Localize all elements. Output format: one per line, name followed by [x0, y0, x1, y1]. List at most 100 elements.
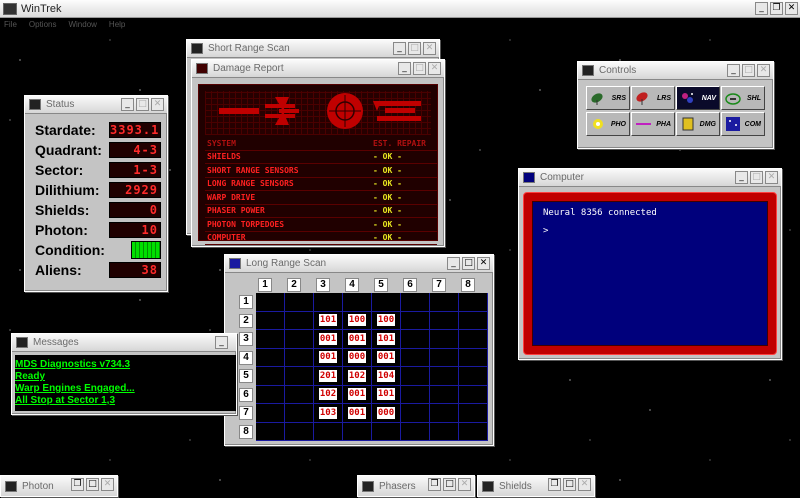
- lrs-quadrant-cell[interactable]: [459, 348, 488, 367]
- lrs-quadrant-cell[interactable]: [285, 330, 314, 349]
- shl-button[interactable]: SHL: [721, 86, 765, 110]
- lrs-quadrant-cell[interactable]: [314, 293, 343, 312]
- lrs-quadrant-cell[interactable]: [401, 385, 430, 404]
- lrs-quadrant-cell[interactable]: [256, 385, 285, 404]
- phasers-maximize-button[interactable]: □: [443, 478, 456, 491]
- shields-close-button[interactable]: ✕: [578, 478, 591, 491]
- lrs-quadrant-cell[interactable]: [401, 348, 430, 367]
- lrs-quadrant-cell[interactable]: 001: [343, 330, 372, 349]
- menu-window[interactable]: Window: [68, 20, 96, 29]
- lrs-minimize-button[interactable]: _: [447, 257, 460, 270]
- lrs-quadrant-cell[interactable]: [285, 293, 314, 312]
- damage-report-title-bar[interactable]: Damage Report _ □ ✕: [192, 60, 444, 78]
- srs-maximize-button[interactable]: □: [408, 42, 421, 55]
- lrs-quadrant-cell[interactable]: [285, 367, 314, 386]
- controls-close-button[interactable]: ✕: [757, 64, 770, 77]
- lrs-quadrant-cell[interactable]: 001: [314, 348, 343, 367]
- lrs-quadrant-cell[interactable]: [256, 293, 285, 312]
- photon-restore-button[interactable]: ❐: [71, 478, 84, 491]
- lrs-quadrant-cell[interactable]: 000: [343, 348, 372, 367]
- minimized-phasers-window[interactable]: Phasers ❐ □ ✕: [357, 475, 475, 497]
- lrs-quadrant-cell[interactable]: [430, 311, 459, 330]
- lrs-quadrant-cell[interactable]: 100: [343, 311, 372, 330]
- lrs-quadrant-cell[interactable]: [256, 348, 285, 367]
- lrs-quadrant-cell[interactable]: [256, 311, 285, 330]
- lrs-quadrant-cell[interactable]: [256, 404, 285, 423]
- lrs-quadrant-cell[interactable]: 103: [314, 404, 343, 423]
- lrs-quadrant-cell[interactable]: [459, 330, 488, 349]
- lrs-quadrant-cell[interactable]: [372, 293, 401, 312]
- damage-minimize-button[interactable]: _: [398, 62, 411, 75]
- srs-button[interactable]: SRS: [586, 86, 630, 110]
- app-close-button[interactable]: ✕: [785, 2, 798, 15]
- lrs-quadrant-cell[interactable]: [459, 367, 488, 386]
- controls-minimize-button[interactable]: _: [727, 64, 740, 77]
- minimized-shields-window[interactable]: Shields ❐ □ ✕: [477, 475, 595, 497]
- phasers-restore-button[interactable]: ❐: [428, 478, 441, 491]
- damage-close-button[interactable]: ✕: [428, 62, 441, 75]
- lrs-quadrant-cell[interactable]: [430, 367, 459, 386]
- photon-close-button[interactable]: ✕: [101, 478, 114, 491]
- computer-maximize-button[interactable]: □: [750, 171, 763, 184]
- dmg-button[interactable]: DMG: [676, 112, 720, 136]
- lrs-quadrant-cell[interactable]: 102: [343, 367, 372, 386]
- status-minimize-button[interactable]: _: [121, 98, 134, 111]
- pha-button[interactable]: PHA: [631, 112, 675, 136]
- short-range-scan-title-bar[interactable]: Short Range Scan _ □ ✕: [187, 40, 439, 58]
- menu-options[interactable]: Options: [29, 20, 57, 29]
- lrs-quadrant-cell[interactable]: 102: [314, 385, 343, 404]
- lrs-quadrant-cell[interactable]: [430, 404, 459, 423]
- lrs-quadrant-cell[interactable]: 100: [372, 311, 401, 330]
- controls-maximize-button[interactable]: □: [742, 64, 755, 77]
- lrs-quadrant-cell[interactable]: [401, 367, 430, 386]
- nav-button[interactable]: NAV: [676, 86, 720, 110]
- lrs-quadrant-cell[interactable]: [459, 422, 488, 441]
- lrs-quadrant-cell[interactable]: [285, 348, 314, 367]
- status-maximize-button[interactable]: □: [136, 98, 149, 111]
- photon-maximize-button[interactable]: □: [86, 478, 99, 491]
- lrs-quadrant-cell[interactable]: 101: [372, 385, 401, 404]
- messages-title-bar[interactable]: Messages _: [12, 334, 236, 352]
- srs-close-button[interactable]: ✕: [423, 42, 436, 55]
- lrs-quadrant-cell[interactable]: [430, 385, 459, 404]
- lrs-quadrant-cell[interactable]: [256, 367, 285, 386]
- computer-title-bar[interactable]: Computer _ □ ✕: [519, 169, 781, 187]
- lrs-close-button[interactable]: ✕: [477, 257, 490, 270]
- lrs-quadrant-cell[interactable]: [459, 293, 488, 312]
- lrs-quadrant-cell[interactable]: 101: [372, 330, 401, 349]
- lrs-quadrant-cell[interactable]: [285, 385, 314, 404]
- lrs-quadrant-cell[interactable]: [256, 422, 285, 441]
- lrs-quadrant-cell[interactable]: [285, 311, 314, 330]
- lrs-quadrant-cell[interactable]: 101: [314, 311, 343, 330]
- lrs-quadrant-cell[interactable]: [401, 293, 430, 312]
- lrs-quadrant-cell[interactable]: 104: [372, 367, 401, 386]
- status-title-bar[interactable]: Status _ □ ✕: [25, 96, 167, 114]
- lrs-quadrant-cell[interactable]: [430, 330, 459, 349]
- menu-help[interactable]: Help: [109, 20, 125, 29]
- damage-maximize-button[interactable]: □: [413, 62, 426, 75]
- menu-file[interactable]: File: [4, 20, 17, 29]
- lrs-quadrant-cell[interactable]: [256, 330, 285, 349]
- shields-maximize-button[interactable]: □: [563, 478, 576, 491]
- minimized-photon-window[interactable]: Photon ❐ □ ✕: [0, 475, 118, 497]
- pho-button[interactable]: PHO: [586, 112, 630, 136]
- shields-restore-button[interactable]: ❐: [548, 478, 561, 491]
- lrs-quadrant-cell[interactable]: [343, 293, 372, 312]
- lrs-quadrant-cell[interactable]: [401, 311, 430, 330]
- computer-terminal[interactable]: Neural 8356 connected >: [532, 201, 768, 346]
- lrs-quadrant-cell[interactable]: [459, 311, 488, 330]
- lrs-quadrant-cell[interactable]: [343, 422, 372, 441]
- lrs-quadrant-cell[interactable]: [430, 422, 459, 441]
- lrs-quadrant-cell[interactable]: [401, 422, 430, 441]
- lrs-quadrant-cell[interactable]: [401, 404, 430, 423]
- lrs-button[interactable]: LRS: [631, 86, 675, 110]
- controls-title-bar[interactable]: Controls _ □ ✕: [578, 62, 773, 80]
- lrs-quadrant-cell[interactable]: 001: [343, 385, 372, 404]
- srs-minimize-button[interactable]: _: [393, 42, 406, 55]
- messages-minimize-button[interactable]: _: [215, 336, 228, 349]
- lrs-quadrant-cell[interactable]: [401, 330, 430, 349]
- long-range-scan-title-bar[interactable]: Long Range Scan _ □ ✕: [225, 255, 493, 273]
- lrs-quadrant-cell[interactable]: [430, 348, 459, 367]
- status-close-button[interactable]: ✕: [151, 98, 164, 111]
- lrs-quadrant-cell[interactable]: [459, 385, 488, 404]
